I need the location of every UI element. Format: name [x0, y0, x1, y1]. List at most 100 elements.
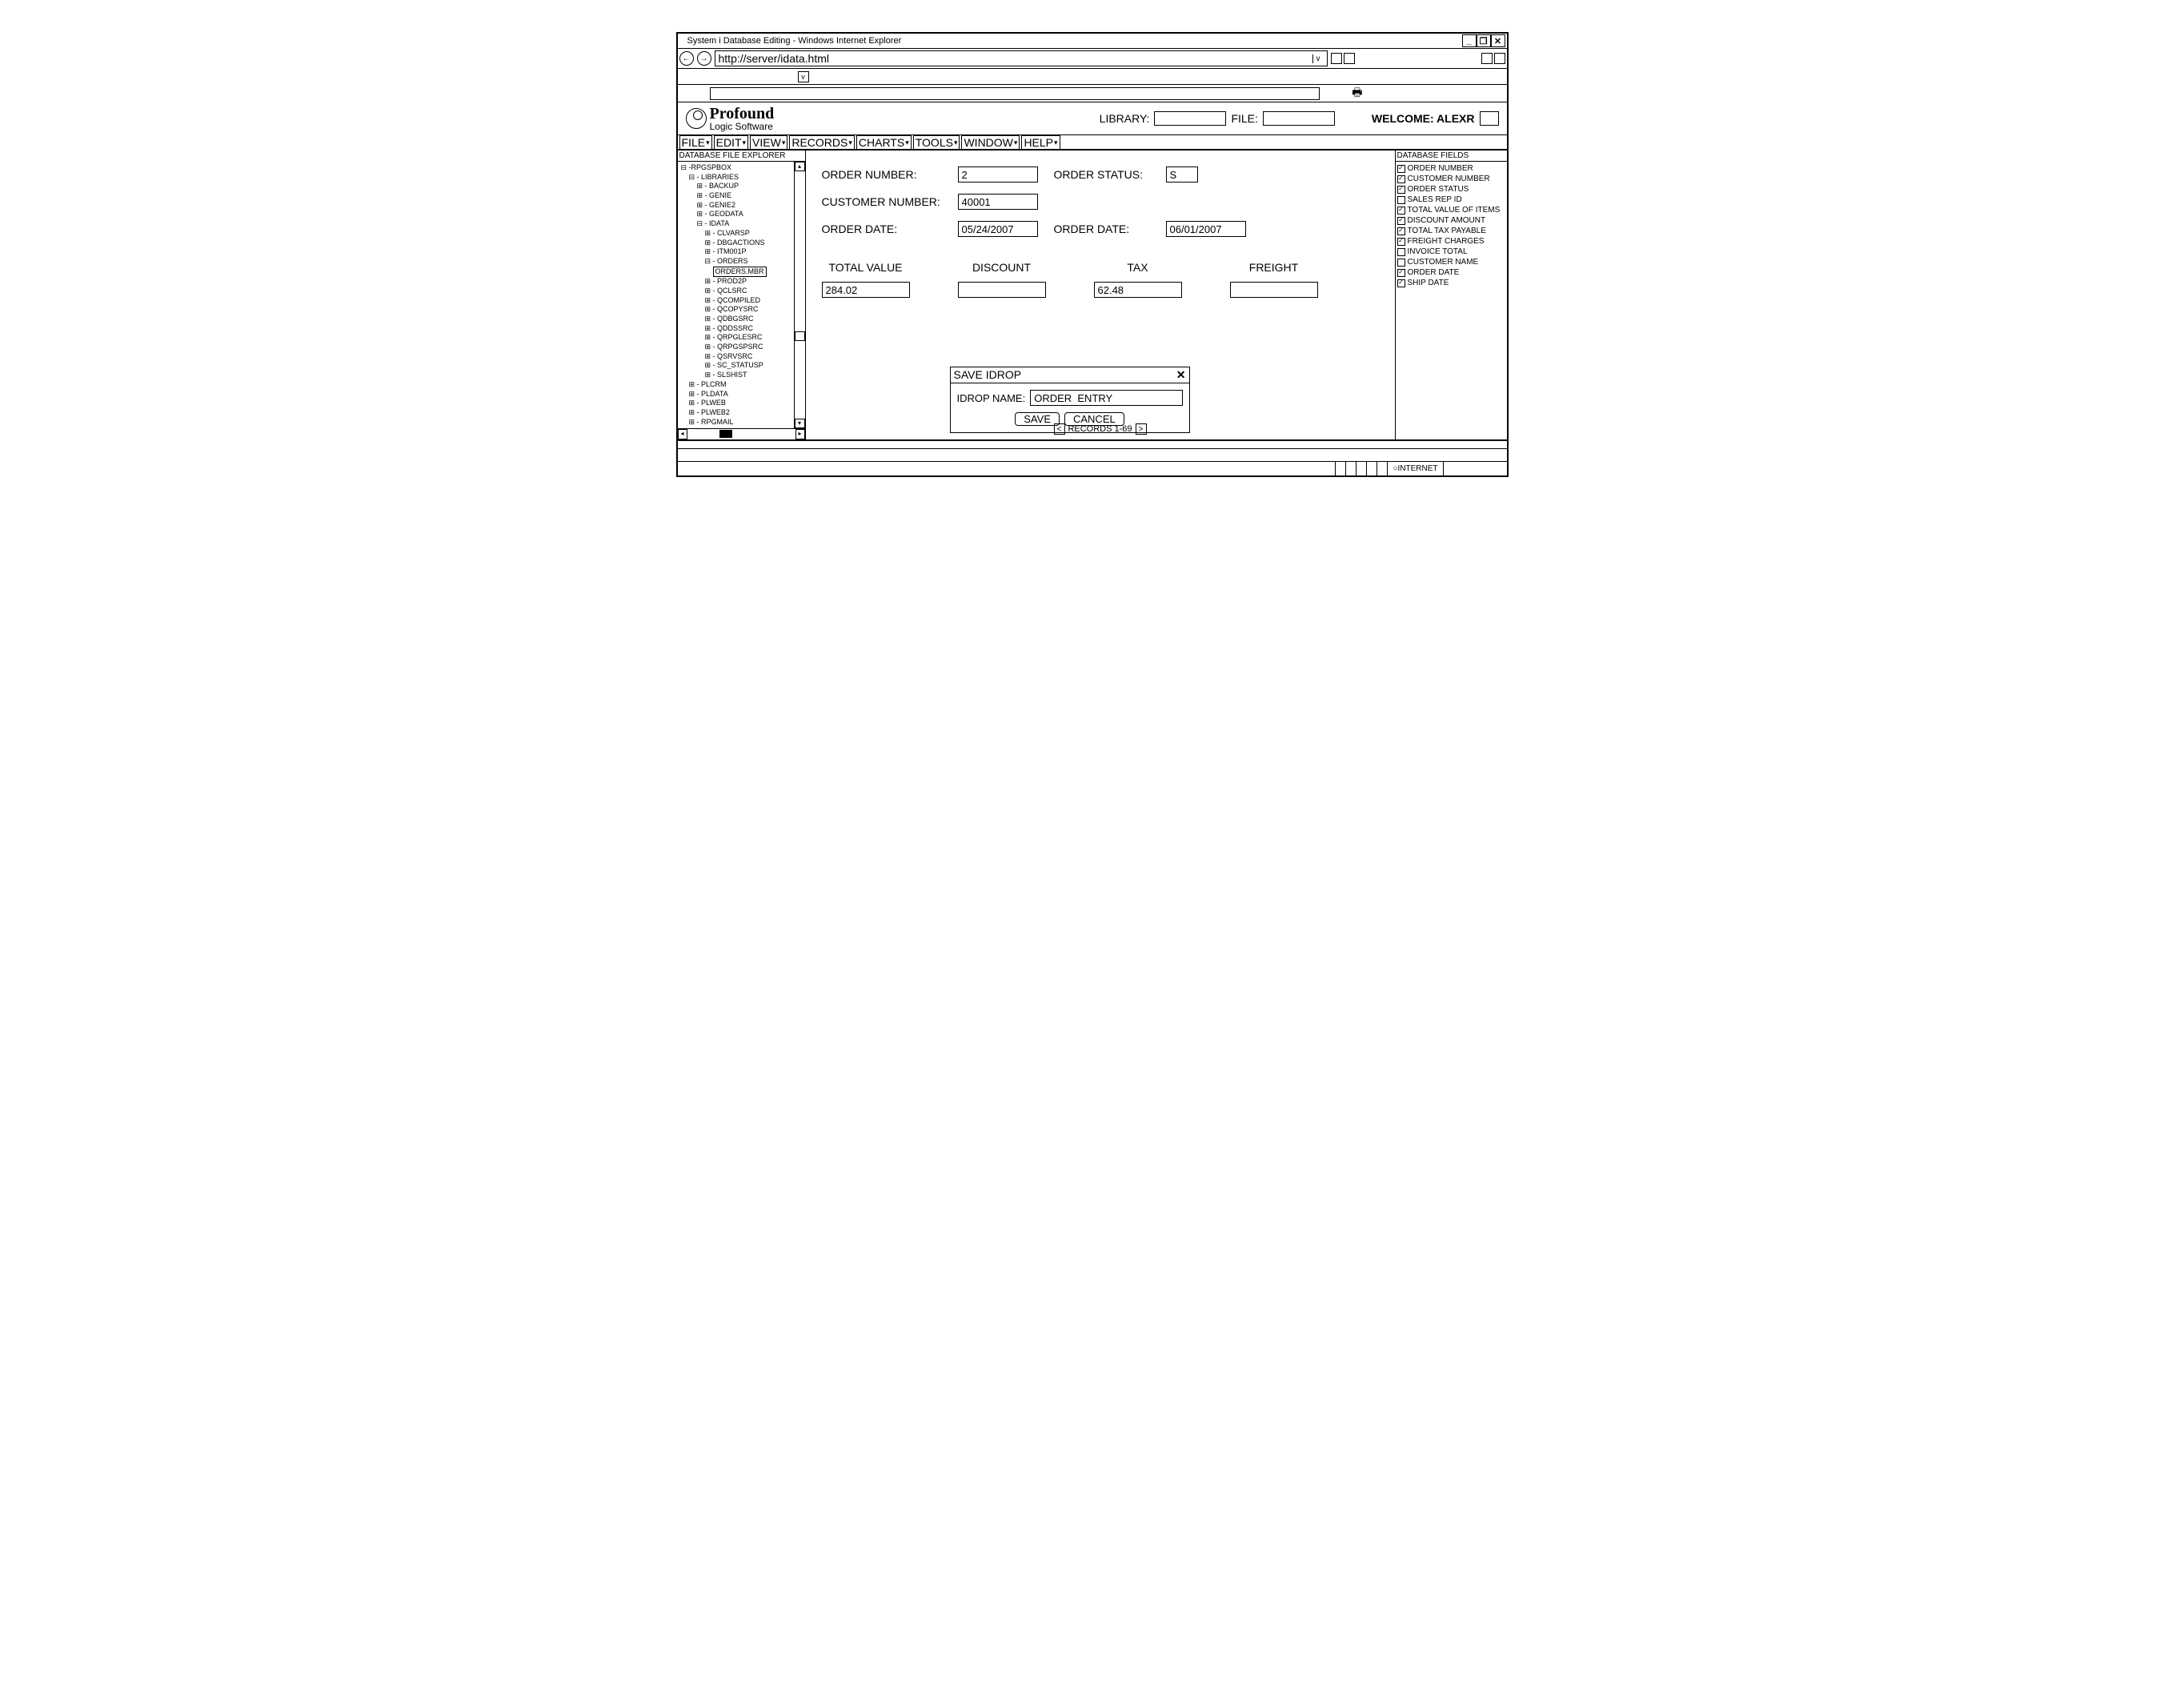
tree-node[interactable]: ⊟ - IDATA — [681, 219, 791, 229]
file-tree[interactable]: ⊟ -RPGSPBOX⊟ - LIBRARIES⊞ - BACKUP⊞ - GE… — [678, 162, 794, 428]
tree-node[interactable]: ⊞ - QDDSSRC — [681, 324, 791, 334]
url-dropdown-icon[interactable]: v — [1312, 54, 1324, 63]
order-date-input-2[interactable] — [1166, 221, 1246, 237]
scroll-right-icon[interactable]: ▸ — [795, 429, 805, 439]
total-value-input[interactable] — [822, 282, 910, 298]
dialog-close-icon[interactable]: ✕ — [1176, 368, 1186, 382]
print-icon[interactable]: 🖶 — [1352, 84, 1362, 103]
menu-window[interactable]: WINDOW▾ — [961, 135, 1020, 149]
tree-node[interactable]: ⊞ - GENIE — [681, 191, 791, 201]
tree-node[interactable]: ⊞ - QRPGSPSRC — [681, 343, 791, 352]
url-input[interactable]: http://server/idata.html v — [715, 50, 1328, 66]
tree-node[interactable]: ⊞ - SC_STATUSP — [681, 361, 791, 371]
tree-node[interactable]: ⊞ - QRPGLESRC — [681, 333, 791, 343]
field-checkbox-row[interactable]: ✓ORDER STATUS — [1397, 184, 1505, 195]
customer-number-input[interactable] — [958, 194, 1038, 210]
tree-node[interactable]: ⊞ - CLVARSP — [681, 229, 791, 239]
library-input[interactable] — [1154, 111, 1226, 126]
tree-node[interactable]: ⊞ - DBGACTIONS — [681, 239, 791, 248]
checkbox-icon[interactable]: ✓ — [1397, 217, 1405, 225]
dropdown-icon[interactable]: v — [798, 71, 809, 82]
checkbox-icon[interactable]: ✓ — [1397, 175, 1405, 183]
tree-node[interactable]: ⊞ - PLWEB — [681, 399, 791, 408]
field-checkbox-row[interactable]: ✓TOTAL TAX PAYABLE — [1397, 226, 1505, 236]
menu-view[interactable]: VIEW▾ — [750, 135, 787, 149]
menu-file[interactable]: FILE▾ — [679, 135, 712, 149]
tree-node[interactable]: ⊞ - PLWEB2 — [681, 408, 791, 418]
back-button[interactable]: ← — [679, 51, 694, 66]
menu-help[interactable]: HELP▾ — [1021, 135, 1060, 149]
checkbox-icon[interactable]: ✓ — [1397, 165, 1405, 173]
scroll-up-icon[interactable]: ▴ — [795, 162, 805, 171]
field-checkbox-row[interactable]: ✓FREIGHT CHARGES — [1397, 236, 1505, 247]
tree-node[interactable]: ⊞ - GENIE2 — [681, 201, 791, 211]
field-checkbox-row[interactable]: ✓CUSTOMER NUMBER — [1397, 174, 1505, 184]
prev-record-button[interactable]: < — [1053, 423, 1064, 435]
close-button[interactable]: ✕ — [1491, 34, 1505, 47]
forward-button[interactable]: → — [697, 51, 711, 66]
tree-node[interactable]: ⊞ - QCLSRC — [681, 287, 791, 296]
field-checkbox-row[interactable]: ✓ORDER DATE — [1397, 267, 1505, 278]
idrop-name-input[interactable] — [1030, 390, 1182, 406]
freight-input[interactable] — [1230, 282, 1318, 298]
checkbox-icon[interactable] — [1397, 248, 1405, 256]
menu-edit[interactable]: EDIT▾ — [714, 135, 748, 149]
menu-records[interactable]: RECORDS▾ — [789, 135, 855, 149]
checkbox-icon[interactable]: ✓ — [1397, 279, 1405, 287]
order-date-input-1[interactable] — [958, 221, 1038, 237]
toolbar-field[interactable] — [710, 87, 1320, 100]
tree-node[interactable]: ⊟ - ORDERS — [681, 257, 791, 267]
tree-node[interactable]: ⊞ - RPGMAIL — [681, 418, 791, 427]
tree-node[interactable]: ⊞ - QDBGSRC — [681, 315, 791, 324]
field-checkbox-row[interactable]: ✓DISCOUNT AMOUNT — [1397, 215, 1505, 226]
tax-input[interactable] — [1094, 282, 1182, 298]
checkbox-icon[interactable] — [1397, 259, 1405, 267]
tree-node[interactable]: ⊞ - QSRVSRC — [681, 352, 791, 362]
field-checkbox-row[interactable]: INVOICE TOTAL — [1397, 247, 1505, 257]
tree-node[interactable]: ORDERS.MBR — [681, 267, 791, 278]
scroll-down-icon[interactable]: ▾ — [795, 419, 805, 428]
go-button[interactable] — [1480, 111, 1499, 126]
order-number-input[interactable] — [958, 166, 1038, 183]
field-checkbox-row[interactable]: SALES REP ID — [1397, 195, 1505, 205]
horizontal-scrollbar[interactable]: ◂ ▸ — [678, 428, 805, 439]
checkbox-icon[interactable]: ✓ — [1397, 269, 1405, 277]
field-checkbox-row[interactable]: ✓ORDER NUMBER — [1397, 163, 1505, 174]
tree-node[interactable]: ⊞ - SLSHIST — [681, 371, 791, 380]
toolbar-box[interactable] — [1331, 53, 1342, 64]
field-checkbox-row[interactable]: ✓TOTAL VALUE OF ITEMS — [1397, 205, 1505, 215]
tree-node[interactable]: ⊞ - QCOPYSRC — [681, 305, 791, 315]
checkbox-icon[interactable]: ✓ — [1397, 207, 1405, 215]
order-status-input[interactable] — [1166, 166, 1198, 183]
file-input[interactable] — [1263, 111, 1335, 126]
field-checkbox-row[interactable]: ✓SHIP DATE — [1397, 278, 1505, 288]
toolbar-box[interactable] — [1344, 53, 1355, 64]
tree-node[interactable]: ⊞ - ITM001P — [681, 247, 791, 257]
checkbox-icon[interactable]: ✓ — [1397, 186, 1405, 194]
checkbox-icon[interactable] — [1397, 196, 1405, 204]
tree-node[interactable]: ⊞ - PROD2P — [681, 277, 791, 287]
discount-input[interactable] — [958, 282, 1046, 298]
maximize-button[interactable]: ❐ — [1477, 34, 1491, 47]
tree-node[interactable]: ⊞ - PLCRM — [681, 380, 791, 390]
tree-node[interactable]: ⊞ - PLDATA — [681, 390, 791, 399]
menu-charts[interactable]: CHARTS▾ — [856, 135, 912, 149]
scroll-left-icon[interactable]: ◂ — [678, 429, 687, 439]
tree-node[interactable]: ⊟ -RPGSPBOX — [681, 163, 791, 173]
toolbar-box[interactable] — [1494, 53, 1505, 64]
next-record-button[interactable]: > — [1136, 423, 1147, 435]
tree-node[interactable]: ⊞ - GEODATA — [681, 210, 791, 219]
checkbox-icon[interactable]: ✓ — [1397, 227, 1405, 235]
tree-node[interactable]: ⊞ - QCOMPILED — [681, 296, 791, 306]
toolbar-box[interactable] — [1481, 53, 1493, 64]
checkbox-icon[interactable]: ✓ — [1397, 238, 1405, 246]
menu-tools[interactable]: TOOLS▾ — [913, 135, 960, 149]
vertical-scrollbar[interactable]: ▴ ▾ — [794, 162, 805, 428]
toolbar-row-3: 🖶 — [678, 85, 1507, 102]
field-checkbox-row[interactable]: CUSTOMER NAME — [1397, 257, 1505, 267]
scroll-thumb[interactable] — [795, 331, 805, 341]
tree-node[interactable]: ⊞ - BACKUP — [681, 182, 791, 191]
scroll-thumb[interactable] — [719, 430, 732, 438]
minimize-button[interactable]: _ — [1462, 34, 1477, 47]
tree-node[interactable]: ⊟ - LIBRARIES — [681, 173, 791, 183]
